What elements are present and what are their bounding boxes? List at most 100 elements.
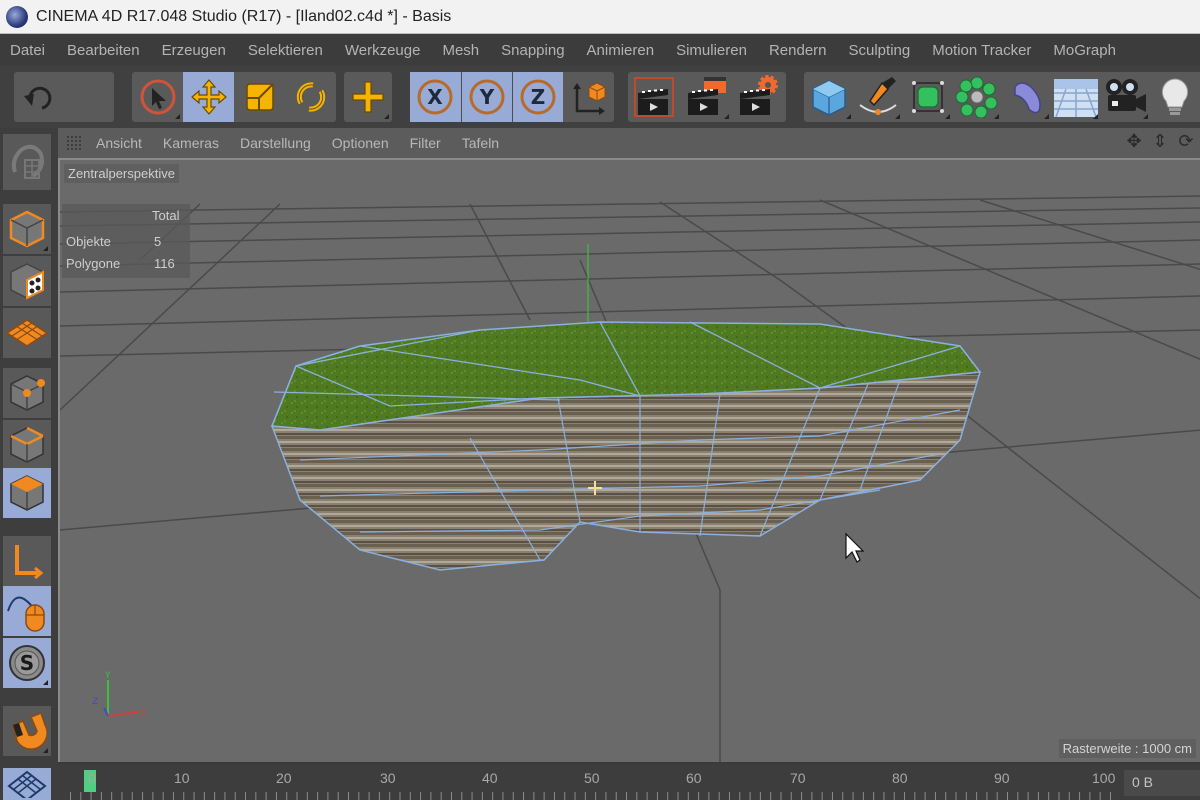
viewport-menu-ansicht[interactable]: Ansicht — [96, 135, 142, 151]
menu-werkzeuge[interactable]: Werkzeuge — [345, 42, 421, 59]
render-view-button[interactable] — [628, 72, 680, 122]
undo-button[interactable] — [14, 72, 66, 122]
viewport-menu-kameras[interactable]: Kameras — [163, 135, 219, 151]
objects-group — [804, 72, 1200, 122]
spline-pen-button[interactable] — [854, 72, 904, 122]
menu-rendern[interactable]: Rendern — [769, 42, 827, 59]
menu-bearbeiten[interactable]: Bearbeiten — [67, 42, 140, 59]
viewport-menu-optionen[interactable]: Optionen — [332, 135, 389, 151]
tweak-mode-button[interactable] — [3, 586, 51, 636]
tick-label: 10 — [174, 770, 190, 786]
zoom-view-icon[interactable]: ⇕ — [1150, 132, 1170, 152]
hud-value-polygons: 116 — [154, 256, 175, 271]
tick-label: 50 — [584, 770, 600, 786]
rotate-icon — [296, 82, 325, 112]
3d-viewport[interactable]: Y X Z Zentralperspektive Total Objekte 5… — [58, 158, 1200, 762]
polygons-mode-button[interactable] — [3, 468, 51, 518]
workplane-grid-button[interactable] — [3, 768, 51, 800]
menu-bar: Datei Bearbeiten Erzeugen Selektieren We… — [0, 34, 1200, 66]
subdivision-surface-button[interactable] — [903, 72, 953, 122]
bend-deformer-button[interactable] — [1002, 72, 1052, 122]
live-selection-button[interactable] — [132, 72, 183, 122]
axis-gizmo: Y X Z — [92, 671, 146, 719]
points-mode-button[interactable] — [3, 368, 51, 418]
last-tool-group — [344, 72, 392, 122]
viewport-scene: Y X Z — [60, 195, 1200, 762]
menu-mesh[interactable]: Mesh — [442, 42, 479, 59]
scale-button[interactable] — [234, 72, 285, 122]
texture-mode-icon — [10, 263, 44, 300]
rotate-button[interactable] — [285, 72, 336, 122]
solo-mode-button[interactable]: S — [3, 638, 51, 688]
render-to-picture-viewer-icon — [688, 77, 726, 115]
camera-label[interactable]: Zentralperspektive — [64, 164, 179, 183]
hud-label-objects: Objekte — [66, 234, 111, 249]
render-settings-button[interactable] — [732, 72, 784, 122]
pan-view-icon[interactable]: ✥ — [1124, 132, 1144, 152]
last-tool-button[interactable] — [344, 72, 392, 122]
cube-icon — [812, 80, 846, 116]
viewport-menu-tafeln[interactable]: Tafeln — [462, 135, 499, 151]
axis-mode-button[interactable] — [3, 536, 51, 586]
snap-magnet-button[interactable] — [3, 706, 51, 756]
menu-mograph[interactable]: MoGraph — [1053, 42, 1116, 59]
y-axis-lock-button[interactable]: Y — [460, 72, 512, 122]
timeline[interactable]: 0 10 20 30 40 50 60 70 80 90 100 0 B — [58, 764, 1200, 800]
camera-button[interactable] — [1101, 72, 1151, 122]
title-bar: CINEMA 4D R17.048 Studio (R17) - [Iland0… — [0, 0, 1200, 34]
hud-value-objects: 5 — [154, 234, 162, 249]
window-title: CINEMA 4D R17.048 Studio (R17) - [Iland0… — [36, 7, 452, 25]
menu-erzeugen[interactable]: Erzeugen — [162, 42, 226, 59]
render-to-picture-viewer-button[interactable] — [680, 72, 732, 122]
menu-motion-tracker[interactable]: Motion Tracker — [932, 42, 1031, 59]
subdivision-surface-icon — [911, 81, 944, 113]
light-button[interactable] — [1151, 72, 1200, 122]
edges-mode-button[interactable] — [3, 420, 51, 470]
timeline-ticks — [70, 792, 1116, 800]
panel-grip-icon[interactable] — [66, 135, 82, 151]
deformer-bend-icon — [1014, 82, 1041, 114]
menu-selektieren[interactable]: Selektieren — [248, 42, 323, 59]
z-axis-lock-button[interactable]: Z — [512, 72, 564, 122]
menu-snapping[interactable]: Snapping — [501, 42, 564, 59]
move-button[interactable] — [183, 72, 234, 122]
z-axis-lock-icon: Z — [520, 79, 556, 115]
tick-label: 70 — [790, 770, 806, 786]
memory-field[interactable]: 0 B — [1124, 770, 1200, 796]
x-axis-lock-button[interactable]: X — [410, 72, 461, 122]
island-mesh[interactable] — [270, 321, 982, 571]
rotate-view-icon[interactable]: ⟳ — [1176, 132, 1196, 152]
camera-icon — [1105, 79, 1146, 112]
scale-icon — [245, 83, 274, 111]
menu-datei[interactable]: Datei — [10, 42, 45, 59]
grid-spacing-label: Rasterweite : 1000 cm — [1058, 739, 1196, 758]
cloner-icon — [956, 76, 998, 118]
svg-text:Y: Y — [104, 671, 111, 681]
viewport-menu-filter[interactable]: Filter — [410, 135, 441, 151]
model-mode-button[interactable] — [3, 204, 51, 254]
workplane-grid-icon — [7, 770, 47, 798]
polygons-mode-icon — [10, 475, 44, 511]
coordinate-system-button[interactable] — [563, 72, 614, 122]
tick-label: 20 — [276, 770, 292, 786]
floor-button[interactable] — [1052, 72, 1102, 122]
make-editable-button[interactable] — [3, 134, 51, 190]
make-editable-icon — [11, 144, 44, 179]
workplane-mode-button[interactable] — [3, 308, 51, 358]
cloner-button[interactable] — [953, 72, 1003, 122]
timeline-ruler[interactable]: 0 10 20 30 40 50 60 70 80 90 100 — [70, 766, 1116, 800]
menu-sculpting[interactable]: Sculpting — [849, 42, 911, 59]
menu-animieren[interactable]: Animieren — [587, 42, 655, 59]
svg-text:X: X — [140, 709, 146, 719]
tick-label: 40 — [482, 770, 498, 786]
menu-simulieren[interactable]: Simulieren — [676, 42, 747, 59]
tools-group — [132, 72, 336, 122]
undo-icon — [24, 86, 52, 110]
tick-label: 90 — [994, 770, 1010, 786]
texture-mode-button[interactable] — [3, 256, 51, 306]
cube-button[interactable] — [804, 72, 854, 122]
viewport-menu-darstellung[interactable]: Darstellung — [240, 135, 311, 151]
tick-label: 100 — [1092, 770, 1116, 786]
tick-label: 60 — [686, 770, 702, 786]
viewport-menu-bar: Ansicht Kameras Darstellung Optionen Fil… — [58, 128, 1200, 158]
